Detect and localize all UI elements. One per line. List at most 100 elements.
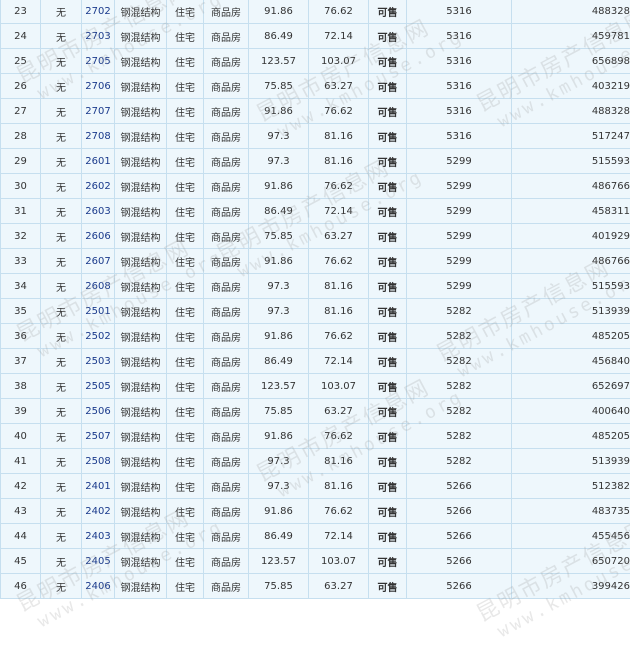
total-price-cell: 400640 — [512, 399, 630, 424]
total-price-cell: 399426 — [512, 574, 630, 599]
room-number-link[interactable]: 2705 — [85, 56, 110, 67]
room-number-link-cell[interactable]: 2501 — [82, 299, 115, 324]
room-number-link-cell[interactable]: 2603 — [82, 199, 115, 224]
room-number-link[interactable]: 2502 — [85, 331, 110, 342]
room-number-link[interactable]: 2708 — [85, 131, 110, 142]
floor-tag-cell: 无 — [41, 49, 82, 74]
building-area-cell: 75.85 — [249, 399, 309, 424]
room-number-link[interactable]: 2403 — [85, 531, 110, 542]
row-number-cell: 23 — [1, 0, 41, 24]
unit-price-cell: 5299 — [407, 149, 512, 174]
room-number-link-cell[interactable]: 2402 — [82, 499, 115, 524]
room-number-link[interactable]: 2702 — [85, 6, 110, 17]
inner-area-cell: 103.07 — [309, 49, 369, 74]
room-number-link-cell[interactable]: 2608 — [82, 274, 115, 299]
room-number-link[interactable]: 2707 — [85, 106, 110, 117]
table-row: 24无2703钢混结构住宅商品房86.4972.14可售5316459781 — [1, 24, 630, 49]
unit-table-body: 23无2702钢混结构住宅商品房91.8676.62可售531648832824… — [1, 0, 630, 599]
room-number-link-cell[interactable]: 2606 — [82, 224, 115, 249]
room-number-link-cell[interactable]: 2707 — [82, 99, 115, 124]
room-number-link[interactable]: 2505 — [85, 381, 110, 392]
floor-tag-cell: 无 — [41, 524, 82, 549]
house-type-cell: 商品房 — [204, 574, 249, 599]
room-number-link[interactable]: 2406 — [85, 581, 110, 592]
house-type-cell: 商品房 — [204, 324, 249, 349]
room-number-link-cell[interactable]: 2508 — [82, 449, 115, 474]
room-number-link[interactable]: 2405 — [85, 556, 110, 567]
room-number-link[interactable]: 2706 — [85, 81, 110, 92]
row-number-cell: 35 — [1, 299, 41, 324]
total-price-cell: 459781 — [512, 24, 630, 49]
inner-area-cell: 72.14 — [309, 349, 369, 374]
building-area-cell: 86.49 — [249, 349, 309, 374]
unit-price-cell: 5316 — [407, 24, 512, 49]
room-number-link[interactable]: 2402 — [85, 506, 110, 517]
row-number-cell: 41 — [1, 449, 41, 474]
usage-cell: 住宅 — [167, 449, 204, 474]
structure-type-cell: 钢混结构 — [115, 524, 167, 549]
floor-tag-cell: 无 — [41, 74, 82, 99]
total-price-cell: 458311 — [512, 199, 630, 224]
usage-cell: 住宅 — [167, 99, 204, 124]
building-area-cell: 123.57 — [249, 374, 309, 399]
total-price-cell: 512382 — [512, 474, 630, 499]
room-number-link[interactable]: 2603 — [85, 206, 110, 217]
unit-price-cell: 5282 — [407, 399, 512, 424]
unit-price-cell: 5266 — [407, 574, 512, 599]
total-price-cell: 486766 — [512, 174, 630, 199]
room-number-link[interactable]: 2501 — [85, 306, 110, 317]
room-number-link[interactable]: 2601 — [85, 156, 110, 167]
inner-area-cell: 63.27 — [309, 74, 369, 99]
inner-area-cell: 103.07 — [309, 549, 369, 574]
room-number-link[interactable]: 2401 — [85, 481, 110, 492]
table-row: 25无2705钢混结构住宅商品房123.57103.07可售5316656898 — [1, 49, 630, 74]
house-type-cell: 商品房 — [204, 549, 249, 574]
structure-type-cell: 钢混结构 — [115, 0, 167, 24]
room-number-link-cell[interactable]: 2406 — [82, 574, 115, 599]
room-number-link[interactable]: 2608 — [85, 281, 110, 292]
room-number-link-cell[interactable]: 2403 — [82, 524, 115, 549]
room-number-link-cell[interactable]: 2401 — [82, 474, 115, 499]
sale-status-cell: 可售 — [369, 274, 407, 299]
sale-status-cell: 可售 — [369, 224, 407, 249]
room-number-link[interactable]: 2503 — [85, 356, 110, 367]
inner-area-cell: 76.62 — [309, 174, 369, 199]
inner-area-cell: 81.16 — [309, 149, 369, 174]
room-number-link[interactable]: 2606 — [85, 231, 110, 242]
room-number-link[interactable]: 2703 — [85, 31, 110, 42]
room-number-link[interactable]: 2507 — [85, 431, 110, 442]
room-number-link-cell[interactable]: 2405 — [82, 549, 115, 574]
table-row: 46无2406钢混结构住宅商品房75.8563.27可售5266399426 — [1, 574, 630, 599]
room-number-link-cell[interactable]: 2706 — [82, 74, 115, 99]
sale-status-cell: 可售 — [369, 474, 407, 499]
room-number-link-cell[interactable]: 2602 — [82, 174, 115, 199]
room-number-link-cell[interactable]: 2705 — [82, 49, 115, 74]
room-number-link-cell[interactable]: 2505 — [82, 374, 115, 399]
total-price-cell: 517247 — [512, 124, 630, 149]
room-number-link[interactable]: 2508 — [85, 456, 110, 467]
unit-price-cell: 5316 — [407, 124, 512, 149]
house-type-cell: 商品房 — [204, 399, 249, 424]
room-number-link-cell[interactable]: 2703 — [82, 24, 115, 49]
room-number-link-cell[interactable]: 2506 — [82, 399, 115, 424]
room-number-link[interactable]: 2506 — [85, 406, 110, 417]
usage-cell: 住宅 — [167, 174, 204, 199]
row-number-cell: 38 — [1, 374, 41, 399]
room-number-link-cell[interactable]: 2601 — [82, 149, 115, 174]
room-number-link-cell[interactable]: 2607 — [82, 249, 115, 274]
room-number-link[interactable]: 2607 — [85, 256, 110, 267]
floor-tag-cell: 无 — [41, 449, 82, 474]
room-number-link-cell[interactable]: 2507 — [82, 424, 115, 449]
room-number-link-cell[interactable]: 2702 — [82, 0, 115, 24]
table-row: 45无2405钢混结构住宅商品房123.57103.07可售5266650720 — [1, 549, 630, 574]
unit-price-cell: 5299 — [407, 249, 512, 274]
room-number-link-cell[interactable]: 2708 — [82, 124, 115, 149]
room-number-link-cell[interactable]: 2503 — [82, 349, 115, 374]
room-number-link-cell[interactable]: 2502 — [82, 324, 115, 349]
building-area-cell: 91.86 — [249, 174, 309, 199]
room-number-link[interactable]: 2602 — [85, 181, 110, 192]
unit-price-cell: 5316 — [407, 99, 512, 124]
total-price-cell: 456840 — [512, 349, 630, 374]
total-price-cell: 513939 — [512, 449, 630, 474]
usage-cell: 住宅 — [167, 224, 204, 249]
